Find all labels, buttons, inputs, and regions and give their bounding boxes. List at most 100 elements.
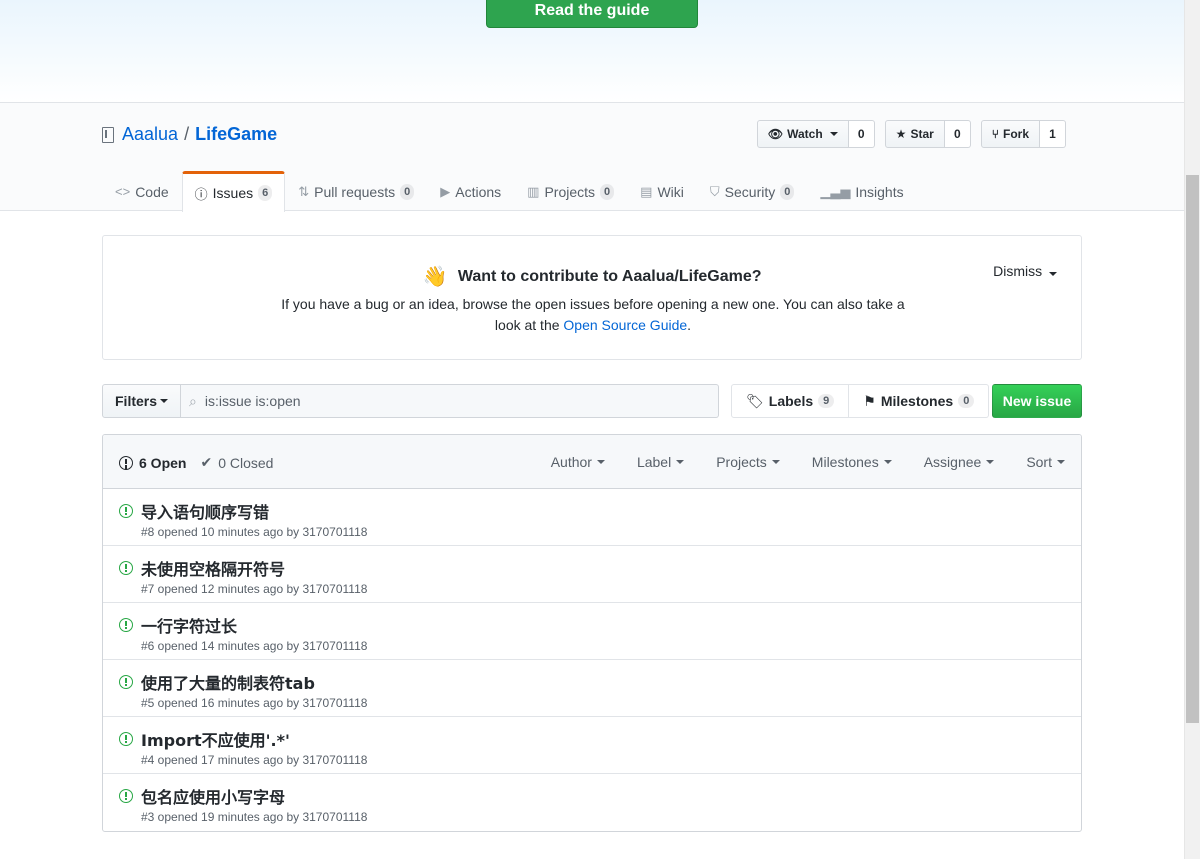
dismiss-button[interactable]: Dismiss xyxy=(993,263,1057,279)
milestones-counter: 0 xyxy=(958,394,975,408)
repo-actions: 👁 Watch 0 ★ Star 0 ⑂ Fork 1 xyxy=(756,120,1066,148)
repo-tabs: <> Code ⓘ Issues 6 ⇅ Pull requests 0 ▶ A… xyxy=(102,171,917,212)
search-box: ⌕ xyxy=(181,384,720,418)
label-filter[interactable]: Label xyxy=(636,454,685,470)
issue-row[interactable]: Import不应使用'.*' #4 opened 17 minutes ago … xyxy=(103,717,1081,774)
tab-label: Code xyxy=(135,183,169,200)
filter-label: Label xyxy=(636,454,672,470)
star-button[interactable]: ★ Star xyxy=(884,120,945,148)
filter-label: Assignee xyxy=(923,454,982,470)
tab-label: Projects xyxy=(544,183,596,200)
issue-meta: #3 opened 19 minutes ago by 3170701118 xyxy=(141,810,368,824)
issue-meta: #5 opened 16 minutes ago by 3170701118 xyxy=(141,696,368,710)
open-issues-link[interactable]: 6 Open xyxy=(119,454,186,471)
issue-row[interactable]: 未使用空格隔开符号 #7 opened 12 minutes ago by 31… xyxy=(103,546,1081,603)
issue-title[interactable]: 导入语句顺序写错 xyxy=(141,499,269,523)
tab-counter: 0 xyxy=(400,183,415,200)
issue-opened-icon xyxy=(119,561,133,575)
sort-filter[interactable]: Sort xyxy=(1026,454,1065,470)
tab-pull-requests[interactable]: ⇅ Pull requests 0 xyxy=(285,171,427,211)
tab-projects[interactable]: ▥ Projects 0 xyxy=(514,171,627,211)
labels-link[interactable]: 🏷 Labels 9 xyxy=(731,384,850,418)
issue-title[interactable]: 包名应使用小写字母 xyxy=(141,784,285,808)
contribute-banner: Read the guide xyxy=(0,0,1184,103)
tab-label: Wiki xyxy=(657,183,684,200)
issue-title[interactable]: 使用了大量的制表符tab xyxy=(141,670,315,694)
chevron-down-icon xyxy=(160,399,169,403)
milestones-link[interactable]: ⚑ Milestones 0 xyxy=(849,384,990,418)
issue-row[interactable]: 导入语句顺序写错 #8 opened 10 minutes ago by 317… xyxy=(103,489,1081,546)
issue-title[interactable]: 未使用空格隔开符号 xyxy=(141,556,285,580)
check-icon: ✔ xyxy=(200,454,213,470)
filter-label: Milestones xyxy=(811,454,879,470)
search-icon: ⌕ xyxy=(189,392,197,409)
tab-wiki[interactable]: ▤ Wiki xyxy=(627,171,697,211)
repo-owner-link[interactable]: Aaalua xyxy=(122,124,178,145)
labels-label: Labels xyxy=(768,393,814,409)
repo-name-link[interactable]: LifeGame xyxy=(195,124,277,145)
closed-issues-link[interactable]: ✔ 0 Closed xyxy=(200,454,273,471)
issue-title[interactable]: Import不应使用'.*' xyxy=(141,727,290,751)
issue-title[interactable]: 一行字符过长 xyxy=(141,613,237,637)
star-label: Star xyxy=(910,127,934,141)
project-icon: ▥ xyxy=(527,183,540,199)
scrollbar-thumb[interactable] xyxy=(1186,175,1199,723)
star-count[interactable]: 0 xyxy=(944,120,971,148)
tag-icon: 🏷 xyxy=(746,392,764,409)
tab-issues[interactable]: ⓘ Issues 6 xyxy=(181,171,286,212)
tab-label: Security xyxy=(724,183,776,200)
chevron-down-icon xyxy=(986,460,995,464)
closed-count-label: 0 Closed xyxy=(218,454,274,471)
chevron-down-icon xyxy=(1049,272,1057,276)
assignee-filter[interactable]: Assignee xyxy=(924,454,995,470)
watch-count[interactable]: 0 xyxy=(848,120,875,148)
repo-title: Aaalua / LifeGame xyxy=(102,124,277,145)
tab-label: Issues xyxy=(212,185,254,201)
fork-group: ⑂ Fork 1 xyxy=(980,120,1066,148)
contribute-text: If you have a bug or an idea, browse the… xyxy=(278,294,908,336)
contribute-title: 👋 Want to contribute to Aaalua/LifeGame? xyxy=(103,264,1081,289)
tab-actions[interactable]: ▶ Actions xyxy=(427,171,514,211)
tab-label: Actions xyxy=(455,183,502,200)
issue-opened-icon xyxy=(119,618,133,632)
shield-icon: ⛉ xyxy=(709,183,720,199)
tab-insights[interactable]: ▁▃▅ Insights xyxy=(807,171,916,211)
open-source-guide-link[interactable]: Open Source Guide xyxy=(563,317,687,333)
issues-subnav: Filters ⌕ 🏷 Labels 9 ⚑ Milestones 0 New … xyxy=(102,384,1082,418)
tab-security[interactable]: ⛉ Security 0 xyxy=(697,171,807,211)
labels-counter: 9 xyxy=(818,394,835,408)
tab-counter: 0 xyxy=(600,183,615,200)
fork-label: Fork xyxy=(1002,127,1029,141)
tab-counter: 0 xyxy=(780,183,795,200)
filter-label: Projects xyxy=(716,454,767,470)
fork-count[interactable]: 1 xyxy=(1040,120,1066,148)
search-input[interactable] xyxy=(196,393,677,409)
page-scrollbar[interactable] xyxy=(1184,0,1200,859)
issue-row[interactable]: 包名应使用小写字母 #3 opened 19 minutes ago by 31… xyxy=(103,774,1081,831)
new-issue-button[interactable]: New issue xyxy=(992,384,1082,418)
issue-meta: #8 opened 10 minutes ago by 3170701118 xyxy=(141,525,368,539)
issue-row[interactable]: 一行字符过长 #6 opened 14 minutes ago by 31707… xyxy=(103,603,1081,660)
tab-code[interactable]: <> Code xyxy=(102,171,182,211)
author-filter[interactable]: Author xyxy=(551,454,605,470)
milestones-filter[interactable]: Milestones xyxy=(812,454,892,470)
milestone-icon: ⚑ xyxy=(863,392,876,409)
book-icon: ▤ xyxy=(640,183,653,199)
issue-opened-icon xyxy=(119,732,133,746)
watch-button[interactable]: 👁 Watch xyxy=(756,120,849,148)
issue-row[interactable]: 使用了大量的制表符tab #5 opened 16 minutes ago by… xyxy=(103,660,1081,717)
chevron-down-icon xyxy=(1057,460,1065,464)
fork-button[interactable]: ⑂ Fork xyxy=(980,120,1040,148)
chevron-down-icon xyxy=(596,460,605,464)
code-icon: <> xyxy=(115,184,131,199)
read-guide-button[interactable]: Read the guide xyxy=(486,0,698,28)
filter-label: Author xyxy=(550,454,592,470)
issue-opened-icon xyxy=(119,675,133,689)
repo-header: Aaalua / LifeGame 👁 Watch 0 ★ Star 0 ⑂ F… xyxy=(0,103,1184,212)
tab-label: Insights xyxy=(855,183,904,200)
projects-filter[interactable]: Projects xyxy=(716,454,780,470)
filters-button[interactable]: Filters xyxy=(102,384,182,418)
chevron-down-icon xyxy=(829,132,838,136)
contribute-title-text: Want to contribute to Aaalua/LifeGame? xyxy=(457,268,762,285)
issue-meta: #4 opened 17 minutes ago by 3170701118 xyxy=(141,753,368,767)
